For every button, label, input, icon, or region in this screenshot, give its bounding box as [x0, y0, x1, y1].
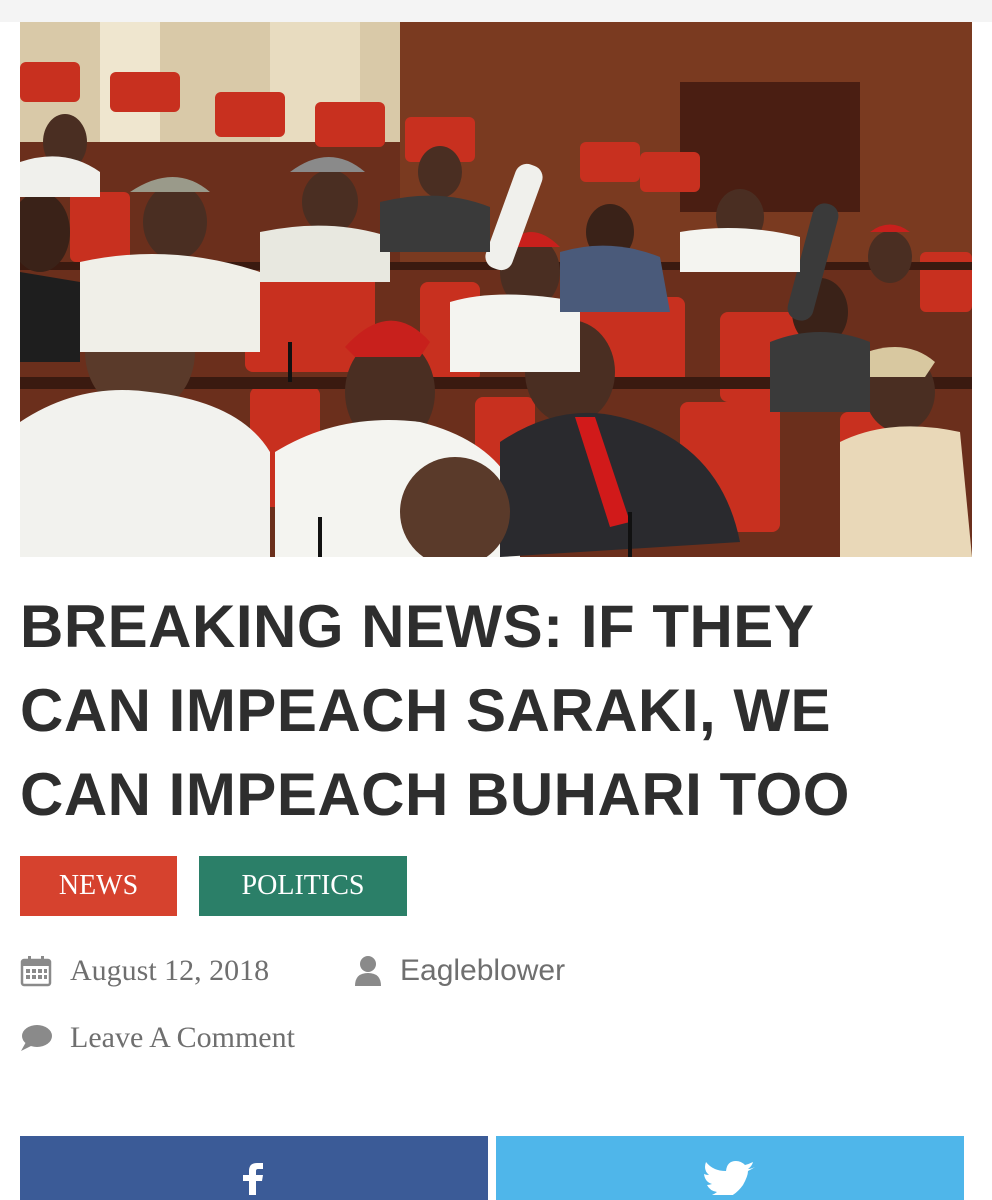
top-strip — [0, 0, 992, 22]
leave-comment-link[interactable]: Leave A Comment — [20, 1015, 295, 1061]
category-tag-politics[interactable]: POLITICS — [199, 856, 407, 916]
twitter-icon — [703, 1161, 757, 1200]
post-date-text: August 12, 2018 — [70, 954, 270, 987]
leave-comment-text[interactable]: Leave A Comment — [70, 1021, 295, 1055]
share-twitter-button[interactable] — [496, 1136, 964, 1200]
user-icon — [354, 955, 382, 987]
featured-image — [20, 22, 972, 557]
article-title: BREAKING NEWS: IF THEY CAN IMPEACH SARAK… — [20, 593, 850, 828]
post-date: August 12, 2018 — [20, 948, 269, 994]
post-author[interactable]: Eagleblower — [354, 948, 565, 994]
facebook-icon — [239, 1161, 269, 1200]
calendar-icon — [20, 955, 52, 987]
comment-icon — [20, 1023, 52, 1053]
share-facebook-button[interactable] — [20, 1136, 488, 1200]
post-author-name[interactable]: Eagleblower — [400, 954, 565, 988]
category-tag-news[interactable]: NEWS — [20, 856, 177, 916]
